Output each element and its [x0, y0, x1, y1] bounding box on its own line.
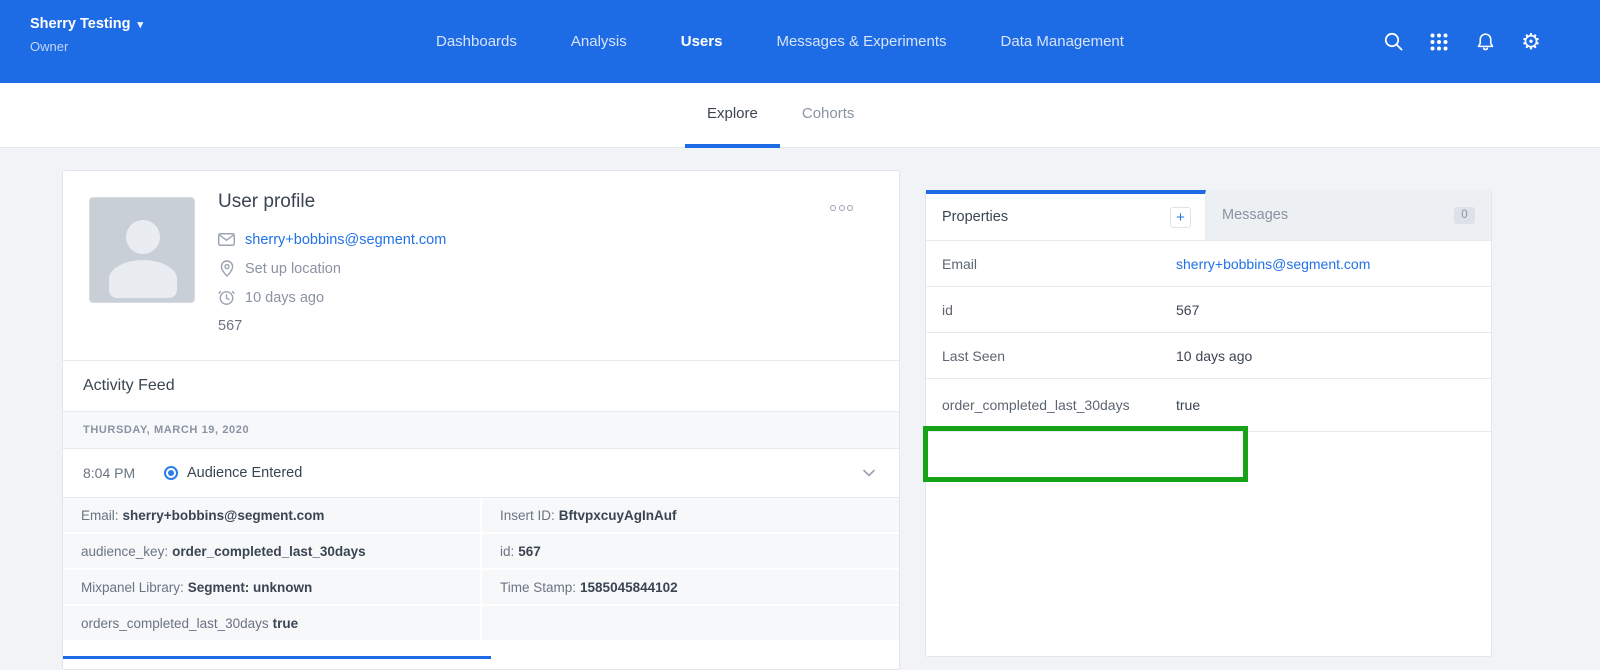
set-up-location-link[interactable]: Set up location: [245, 261, 341, 277]
profile-email-link[interactable]: sherry+bobbins@segment.com: [245, 232, 446, 248]
page-title: User profile: [218, 191, 446, 213]
tab-cohorts[interactable]: Cohorts: [780, 83, 877, 148]
activity-feed-title: Activity Feed: [63, 361, 899, 412]
event-time: 8:04 PM: [83, 465, 164, 481]
dot-icon: [830, 205, 836, 211]
event-detail-cell: id: 567: [482, 534, 899, 570]
clock-icon: [218, 289, 235, 306]
primary-nav: Dashboards Analysis Users Messages & Exp…: [436, 0, 1124, 83]
profile-user-id: 567: [218, 318, 446, 334]
tab-explore[interactable]: Explore: [685, 83, 780, 148]
nav-item-dashboards[interactable]: Dashboards: [436, 33, 517, 50]
event-detail-cell-empty: [482, 606, 899, 642]
nav-item-analysis[interactable]: Analysis: [571, 33, 627, 50]
event-detail-cell: Insert ID: BftvpxcuyAgInAuf: [482, 498, 899, 534]
chevron-down-icon[interactable]: [863, 464, 875, 482]
property-row-id: id 567: [926, 287, 1491, 333]
activity-date-header: THURSDAY, MARCH 19, 2020: [63, 412, 899, 449]
apps-grid-icon[interactable]: [1428, 31, 1450, 53]
workspace-switcher[interactable]: Sherry Testing ▾ Owner: [30, 16, 143, 54]
top-navigation-bar: Sherry Testing ▾ Owner Dashboards Analys…: [0, 0, 1600, 83]
avatar: [89, 197, 195, 303]
tab-messages[interactable]: Messages 0: [1206, 190, 1491, 240]
add-property-button[interactable]: +: [1170, 207, 1191, 228]
property-row-email: Email sherry+bobbins@segment.com: [926, 241, 1491, 287]
dot-icon: [839, 205, 845, 211]
profile-email-row: sherry+bobbins@segment.com: [218, 225, 446, 254]
highlight-annotation-box: [923, 426, 1248, 482]
avatar-body-shape: [109, 260, 177, 298]
next-event-indicator: [63, 656, 491, 659]
audience-event-icon: [164, 466, 178, 480]
property-row-order-completed: order_completed_last_30days true: [926, 379, 1491, 432]
event-detail-cell: Mixpanel Library: Segment: unknown: [63, 570, 482, 606]
tab-properties[interactable]: Properties +: [926, 190, 1206, 240]
event-detail-cell: Time Stamp: 1585045844102: [482, 570, 899, 606]
event-detail-cell: orders_completed_last_30days true: [63, 606, 482, 642]
location-pin-icon: [218, 260, 235, 277]
workspace-name: Sherry Testing: [30, 16, 130, 32]
secondary-tab-bar: Explore Cohorts: [0, 83, 1600, 148]
search-icon[interactable]: [1382, 31, 1404, 53]
bell-icon[interactable]: [1474, 31, 1496, 53]
nav-item-data-management[interactable]: Data Management: [1001, 33, 1124, 50]
event-name: Audience Entered: [187, 465, 863, 481]
event-detail-cell: Email: sherry+bobbins@segment.com: [63, 498, 482, 534]
properties-table: Email sherry+bobbins@segment.com id 567 …: [926, 241, 1491, 432]
event-details-table: Email: sherry+bobbins@segment.com Insert…: [63, 498, 899, 642]
activity-event-row[interactable]: 8:04 PM Audience Entered: [63, 449, 899, 498]
nav-item-messages-experiments[interactable]: Messages & Experiments: [776, 33, 946, 50]
user-profile-card: User profile sherry+bobbins@segment.com …: [62, 170, 900, 670]
messages-count-badge: 0: [1454, 207, 1475, 224]
event-detail-cell: audience_key: order_completed_last_30day…: [63, 534, 482, 570]
topnav-icon-group: ⚙: [1382, 0, 1542, 83]
envelope-icon: [218, 231, 235, 248]
properties-tabs: Properties + Messages 0: [926, 190, 1491, 241]
chevron-down-icon: ▾: [137, 18, 143, 31]
avatar-head-shape: [126, 220, 160, 254]
profile-last-seen-row: 10 days ago: [218, 283, 446, 312]
gear-icon[interactable]: ⚙: [1520, 31, 1542, 53]
more-options-button[interactable]: [826, 201, 857, 215]
property-email-link[interactable]: sherry+bobbins@segment.com: [1176, 256, 1370, 272]
profile-header: User profile sherry+bobbins@segment.com …: [63, 171, 899, 361]
profile-location-row: Set up location: [218, 254, 446, 283]
property-row-last-seen: Last Seen 10 days ago: [926, 333, 1491, 379]
nav-item-users[interactable]: Users: [681, 33, 723, 50]
workspace-role: Owner: [30, 39, 143, 54]
profile-last-seen: 10 days ago: [245, 290, 324, 306]
properties-panel: Properties + Messages 0 Email sherry+bob…: [925, 190, 1492, 657]
dot-icon: [847, 205, 853, 211]
